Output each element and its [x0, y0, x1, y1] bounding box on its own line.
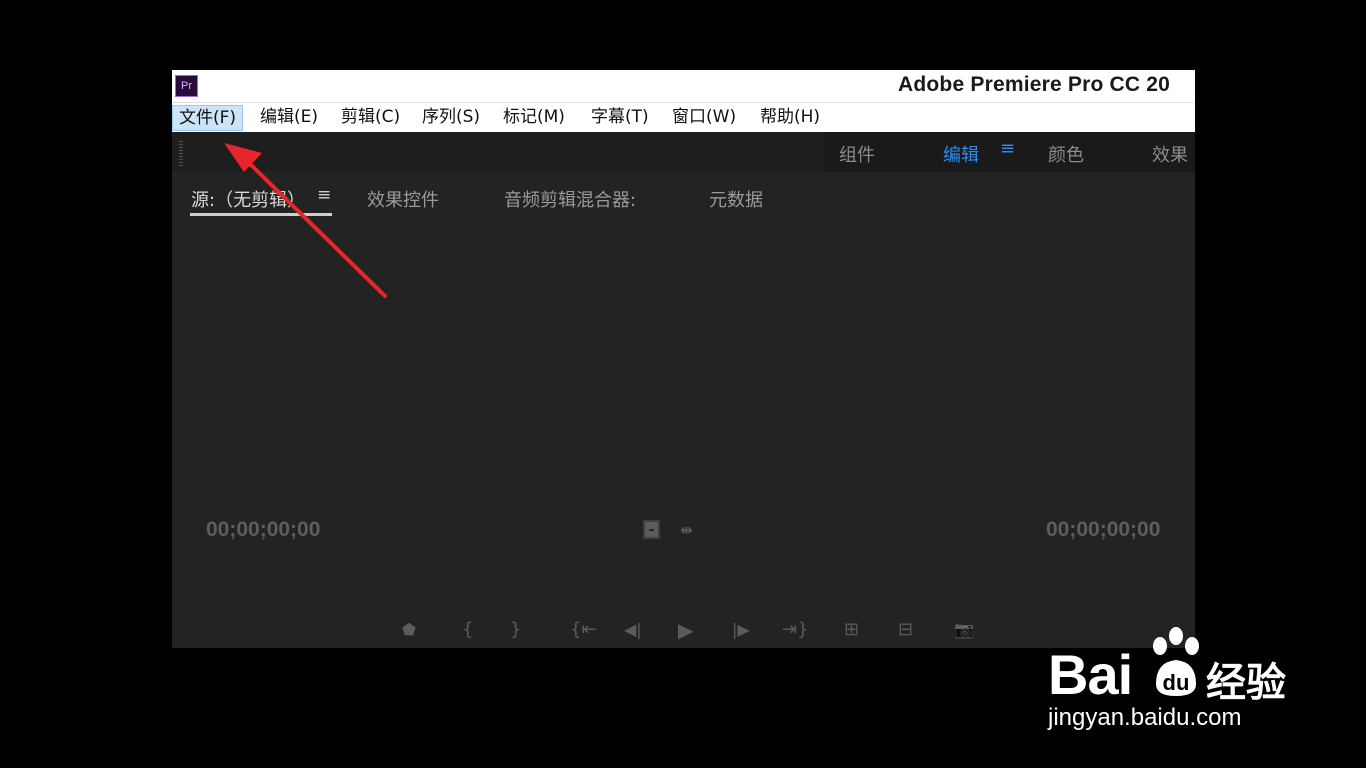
drag-audio-only-icon[interactable]: ⇹ — [680, 521, 693, 539]
watermark-du: du — [1163, 670, 1190, 695]
source-monitor-panel: 源:（无剪辑） ≡ 效果控件 音频剪辑混合器: 元数据 00;00;00;00 … — [172, 176, 1195, 648]
mark-in-icon[interactable]: { — [462, 620, 473, 640]
overwrite-icon[interactable]: ⊟ — [898, 620, 913, 640]
drag-video-only-icon[interactable] — [643, 520, 660, 539]
panel-grip-handle[interactable] — [179, 141, 183, 166]
menu-help[interactable]: 帮助(H) — [754, 105, 826, 131]
add-marker-icon[interactable]: ⬟ — [402, 620, 416, 640]
menu-window[interactable]: 窗口(W) — [666, 105, 742, 131]
menu-file[interactable]: 文件(F) — [172, 105, 244, 131]
menu-edit[interactable]: 编辑(E) — [254, 105, 324, 131]
premiere-app-icon[interactable]: Pr — [175, 75, 198, 97]
go-to-in-icon[interactable]: {⇤ — [570, 620, 597, 640]
menu-bar: 文件(F) 编辑(E) 剪辑(C) 序列(S) 标记(M) 字幕(T) 窗口(W… — [172, 102, 1195, 132]
workspace-tab-editing[interactable]: 编辑 — [943, 141, 979, 167]
workspace-bar: 组件 编辑 ≡ 颜色 效果 — [172, 132, 1195, 172]
step-forward-icon[interactable]: |▶ — [732, 620, 750, 640]
play-icon[interactable]: ▶ — [678, 620, 693, 640]
insert-icon[interactable]: ⊞ — [844, 620, 859, 640]
tab-effect-controls[interactable]: 效果控件 — [367, 186, 439, 212]
watermark-url: jingyan.baidu.com — [1048, 704, 1242, 731]
window-title: Adobe Premiere Pro CC 20 — [898, 73, 1171, 96]
workspace-tab-color[interactable]: 颜色 — [1048, 141, 1084, 167]
title-bar: Pr Adobe Premiere Pro CC 20 — [172, 70, 1195, 102]
menu-clip[interactable]: 剪辑(C) — [335, 105, 406, 131]
baidu-paw-icon: du — [1153, 627, 1199, 696]
workspace-tab-effects[interactable]: 效果 — [1152, 141, 1188, 167]
panel-menu-icon[interactable]: ≡ — [317, 185, 331, 205]
active-tab-underline — [190, 213, 332, 216]
duration-timecode: 00;00;00;00 — [1046, 518, 1161, 541]
watermark-product: 经验 — [1206, 660, 1286, 706]
tab-source[interactable]: 源:（无剪辑） — [191, 186, 305, 212]
watermark-brand: Bai — [1048, 643, 1133, 706]
tab-metadata[interactable]: 元数据 — [709, 186, 763, 212]
menu-marker[interactable]: 标记(M) — [497, 105, 571, 131]
workspace-menu-icon[interactable]: ≡ — [1000, 138, 1015, 159]
menu-sequence[interactable]: 序列(S) — [416, 105, 486, 131]
workspace-tab-assembly[interactable]: 组件 — [839, 141, 875, 167]
baidu-jingyan-watermark: Bai du 经验 jingyan.baidu.com — [1048, 622, 1348, 742]
mark-out-icon[interactable]: } — [510, 620, 521, 640]
go-to-out-icon[interactable]: ⇥} — [782, 620, 809, 640]
menu-title[interactable]: 字幕(T) — [585, 105, 655, 131]
step-back-icon[interactable]: ◀| — [624, 620, 642, 640]
export-frame-icon[interactable]: 📷 — [954, 620, 974, 640]
tab-audio-clip-mixer[interactable]: 音频剪辑混合器: — [504, 186, 636, 212]
premiere-window: Pr Adobe Premiere Pro CC 20 文件(F) 编辑(E) … — [172, 70, 1195, 648]
playhead-timecode[interactable]: 00;00;00;00 — [206, 518, 320, 542]
